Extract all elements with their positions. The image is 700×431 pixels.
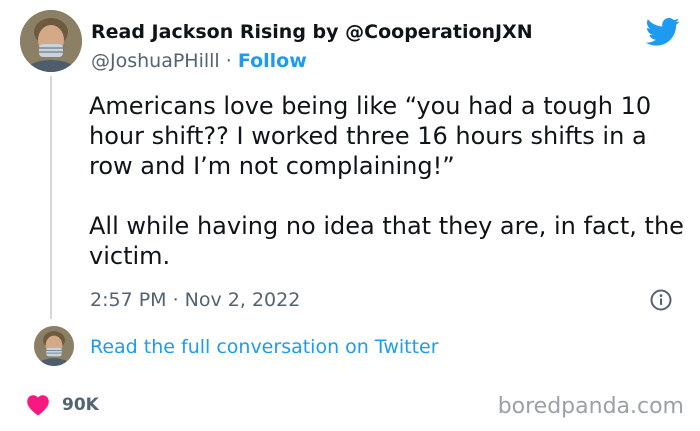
tweet-embed-card: Read Jackson Rising by @CooperationJXN @… (0, 0, 700, 431)
read-full-conversation-link[interactable]: Read the full conversation on Twitter (90, 336, 439, 358)
info-icon[interactable] (650, 289, 672, 311)
twitter-bird-icon[interactable] (646, 17, 680, 47)
thread-line (50, 76, 52, 319)
like-button[interactable]: 90K (26, 394, 99, 416)
avatar-photo (20, 10, 82, 72)
tweet-text: Americans love being like “you had a tou… (89, 91, 684, 271)
follow-button[interactable]: Follow (238, 50, 307, 72)
tweet-paragraph-2: All while having no idea that they are, … (89, 212, 684, 270)
author-handle-row: @JoshuaPHilll · Follow (91, 50, 307, 72)
separator-dot: · (225, 50, 232, 72)
watermark: boredpanda.com (497, 394, 684, 419)
like-count: 90K (62, 395, 99, 415)
author-display-name[interactable]: Read Jackson Rising by @CooperationJXN (91, 21, 533, 43)
reply-avatar[interactable] (34, 326, 74, 366)
author-avatar[interactable] (20, 10, 82, 72)
avatar-photo (34, 326, 74, 366)
tweet-timestamp[interactable]: 2:57 PM · Nov 2, 2022 (90, 289, 300, 311)
heart-icon (27, 395, 49, 416)
author-handle[interactable]: @JoshuaPHilll (91, 50, 220, 72)
tweet-paragraph-1: Americans love being like “you had a tou… (89, 92, 652, 180)
